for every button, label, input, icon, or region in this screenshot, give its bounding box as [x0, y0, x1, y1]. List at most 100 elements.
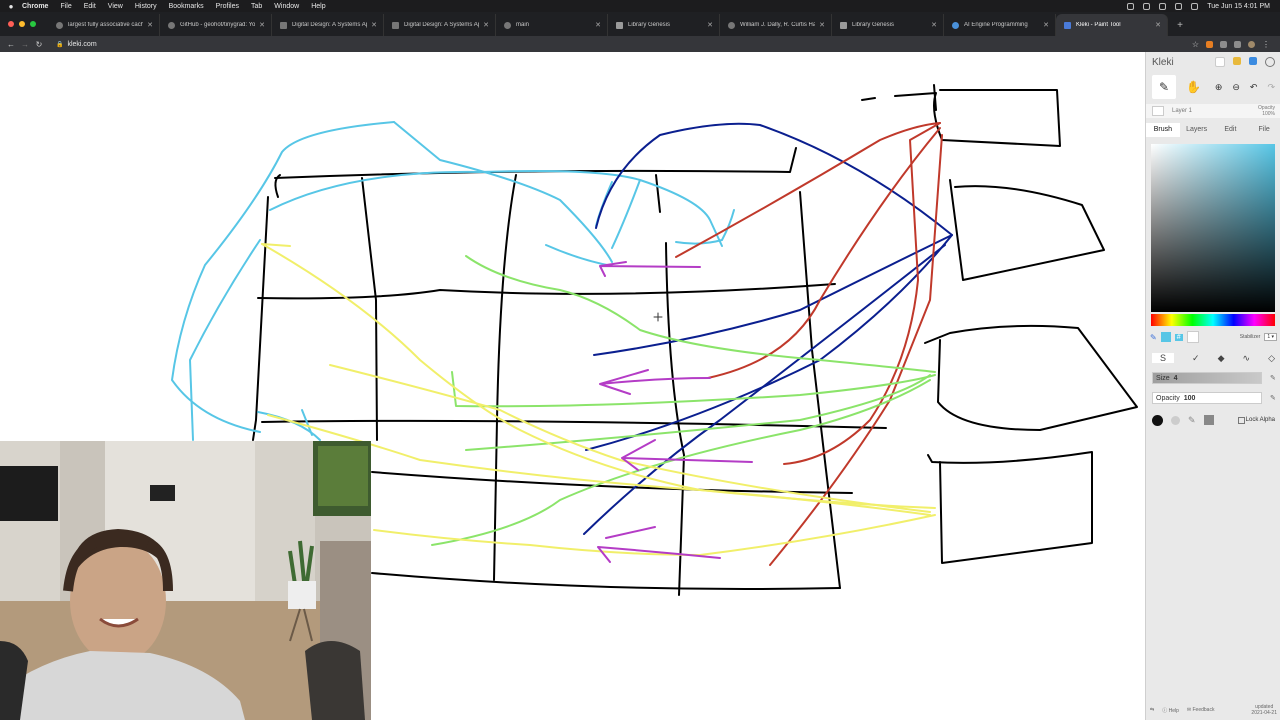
bookmark-star-icon[interactable]: ☆ — [1192, 40, 1199, 49]
browser-tab-bar: largest fully associative cache ✕ GitHub … — [0, 12, 1280, 36]
edit-opacity-icon[interactable]: ✎ — [1270, 394, 1276, 402]
stabilizer-select[interactable]: 1 ▾ — [1264, 333, 1277, 341]
tab-file[interactable]: File — [1247, 123, 1280, 137]
extension-icon[interactable] — [1220, 40, 1227, 48]
status-icon[interactable] — [1159, 2, 1167, 10]
hex-input-button[interactable]: # — [1174, 333, 1183, 341]
checkbox-icon — [1237, 416, 1245, 424]
close-window-button[interactable] — [8, 21, 14, 27]
pressure-pen-icon[interactable]: ✎ — [1188, 415, 1196, 426]
browser-tab-active[interactable]: Kleki - Paint Tool ✕ — [1056, 14, 1168, 36]
eyedropper-icon[interactable]: ✎ — [1150, 333, 1157, 342]
pen-brush-icon[interactable]: S — [1152, 353, 1174, 363]
menu-window[interactable]: Window — [274, 3, 299, 10]
menu-bookmarks[interactable]: Bookmarks — [169, 3, 204, 10]
close-tab-icon[interactable]: ✕ — [259, 21, 265, 29]
extensions-puzzle-icon[interactable] — [1234, 40, 1241, 48]
tab-edit[interactable]: Edit — [1214, 123, 1248, 137]
new-image-icon[interactable] — [1215, 57, 1225, 67]
size-slider[interactable]: Size 4 — [1152, 372, 1262, 384]
zoom-out-icon[interactable]: ⊖ — [1232, 82, 1240, 93]
current-color-swatch[interactable] — [1160, 332, 1171, 342]
menu-help[interactable]: Help — [311, 3, 325, 10]
browser-tab[interactable]: main ✕ — [496, 14, 608, 36]
close-tab-icon[interactable]: ✕ — [707, 21, 713, 29]
tab-layers[interactable]: Layers — [1180, 123, 1214, 137]
browser-tab[interactable]: William J. Dally, R. Curtis Har ✕ — [720, 14, 832, 36]
feedback-link[interactable]: ✉ Feedback — [1187, 707, 1215, 713]
back-icon[interactable]: ← — [4, 40, 18, 49]
clock[interactable]: Tue Jun 15 4:01 PM — [1207, 3, 1270, 10]
tab-brush[interactable]: Brush — [1146, 123, 1180, 137]
menu-file[interactable]: File — [60, 3, 71, 10]
close-tab-icon[interactable]: ✕ — [931, 21, 937, 29]
download-icon[interactable] — [1249, 57, 1257, 65]
lock-alpha-checkbox[interactable]: Lock Alpha — [1237, 416, 1275, 424]
menu-profiles[interactable]: Profiles — [216, 3, 239, 10]
brush-tool-icon[interactable]: ✎ — [1152, 75, 1176, 99]
maximize-window-button[interactable] — [30, 21, 36, 27]
menu-history[interactable]: History — [135, 3, 157, 10]
close-tab-icon[interactable]: ✕ — [483, 21, 489, 29]
hue-slider[interactable] — [1151, 314, 1275, 326]
wifi-icon[interactable] — [1175, 2, 1183, 10]
open-folder-icon[interactable] — [1233, 57, 1241, 65]
close-tab-icon[interactable]: ✕ — [819, 21, 825, 29]
forward-icon[interactable]: → — [18, 40, 32, 49]
browser-tab[interactable]: Digital Design: A Systems Ap ✕ — [272, 14, 384, 36]
close-tab-icon[interactable]: ✕ — [1043, 21, 1049, 29]
color-picker-area[interactable] — [1151, 144, 1275, 312]
favicon-icon — [728, 21, 735, 29]
browser-tab[interactable]: Library Genesis ✕ — [608, 14, 720, 36]
square-tip-icon[interactable] — [1203, 415, 1214, 425]
menu-tab[interactable]: Tab — [251, 3, 262, 10]
address-bar[interactable]: 🔒 kleki.com — [56, 41, 97, 48]
more-menu-icon[interactable]: ⋮ — [1262, 40, 1270, 49]
new-tab-button[interactable]: + — [1168, 14, 1192, 36]
sketchy-brush-icon[interactable]: ◆ — [1218, 353, 1225, 364]
hand-tool-icon[interactable]: ✋ — [1186, 80, 1201, 94]
profile-avatar[interactable] — [1248, 40, 1255, 48]
browser-tab[interactable]: AI Engine Programming ✕ — [944, 14, 1056, 36]
close-tab-icon[interactable]: ✕ — [595, 21, 601, 29]
menu-edit[interactable]: Edit — [84, 3, 96, 10]
secondary-color-swatch[interactable] — [1186, 331, 1199, 343]
green-strokes — [431, 255, 936, 546]
undo-icon[interactable]: ↶ — [1250, 82, 1258, 93]
status-icon[interactable] — [1143, 2, 1151, 10]
edit-size-icon[interactable]: ✎ — [1270, 374, 1276, 382]
blend-brush-icon[interactable]: ✓ — [1192, 353, 1200, 364]
zoom-in-icon[interactable]: ⊕ — [1215, 82, 1223, 93]
menu-app-name[interactable]: Chrome — [22, 3, 48, 10]
eraser-icon[interactable]: ◇ — [1268, 353, 1275, 364]
soft-tip-icon[interactable] — [1171, 415, 1180, 425]
swap-side-icon[interactable]: ⇆ — [1150, 707, 1154, 713]
help-icon[interactable] — [1265, 57, 1275, 67]
browser-tab[interactable]: GitHub - geohot/tinygrad: Yo ✕ — [160, 14, 272, 36]
drawing-canvas[interactable] — [0, 52, 1145, 720]
tool-row: ✎ ✋ ⊕ ⊖ ↶ ↷ — [1146, 74, 1280, 100]
close-tab-icon[interactable]: ✕ — [1155, 21, 1161, 29]
redo-icon[interactable]: ↷ — [1267, 82, 1275, 93]
smoothing-brush-icon[interactable]: ∿ — [1243, 353, 1251, 364]
minimize-window-button[interactable] — [19, 21, 25, 27]
favicon-icon — [504, 21, 511, 29]
browser-tab[interactable]: Digital Design: A Systems Ap ✕ — [384, 14, 496, 36]
apple-icon[interactable]: ● — [0, 2, 22, 11]
round-tip-icon[interactable] — [1152, 414, 1163, 426]
size-label: Size — [1156, 374, 1170, 382]
menu-view[interactable]: View — [108, 3, 123, 10]
close-tab-icon[interactable]: ✕ — [371, 21, 377, 29]
layer-indicator[interactable]: Layer 1 Opacity 100% — [1146, 104, 1280, 118]
extension-icon[interactable] — [1206, 40, 1213, 48]
browser-tab[interactable]: Library Genesis ✕ — [832, 14, 944, 36]
close-tab-icon[interactable]: ✕ — [147, 21, 153, 29]
kleki-logo: Kleki — [1152, 56, 1174, 68]
search-icon[interactable] — [1191, 2, 1199, 10]
status-icon[interactable] — [1127, 2, 1135, 10]
help-link[interactable]: ⓘ Help — [1162, 707, 1179, 714]
kleki-side-panel: Kleki ✎ ✋ ⊕ ⊖ ↶ ↷ Layer 1 Opacity 100% B… — [1145, 52, 1280, 720]
reload-icon[interactable]: ↻ — [32, 40, 46, 49]
browser-tab[interactable]: largest fully associative cache ✕ — [48, 14, 160, 36]
opacity-slider[interactable]: Opacity 100 — [1152, 392, 1262, 404]
